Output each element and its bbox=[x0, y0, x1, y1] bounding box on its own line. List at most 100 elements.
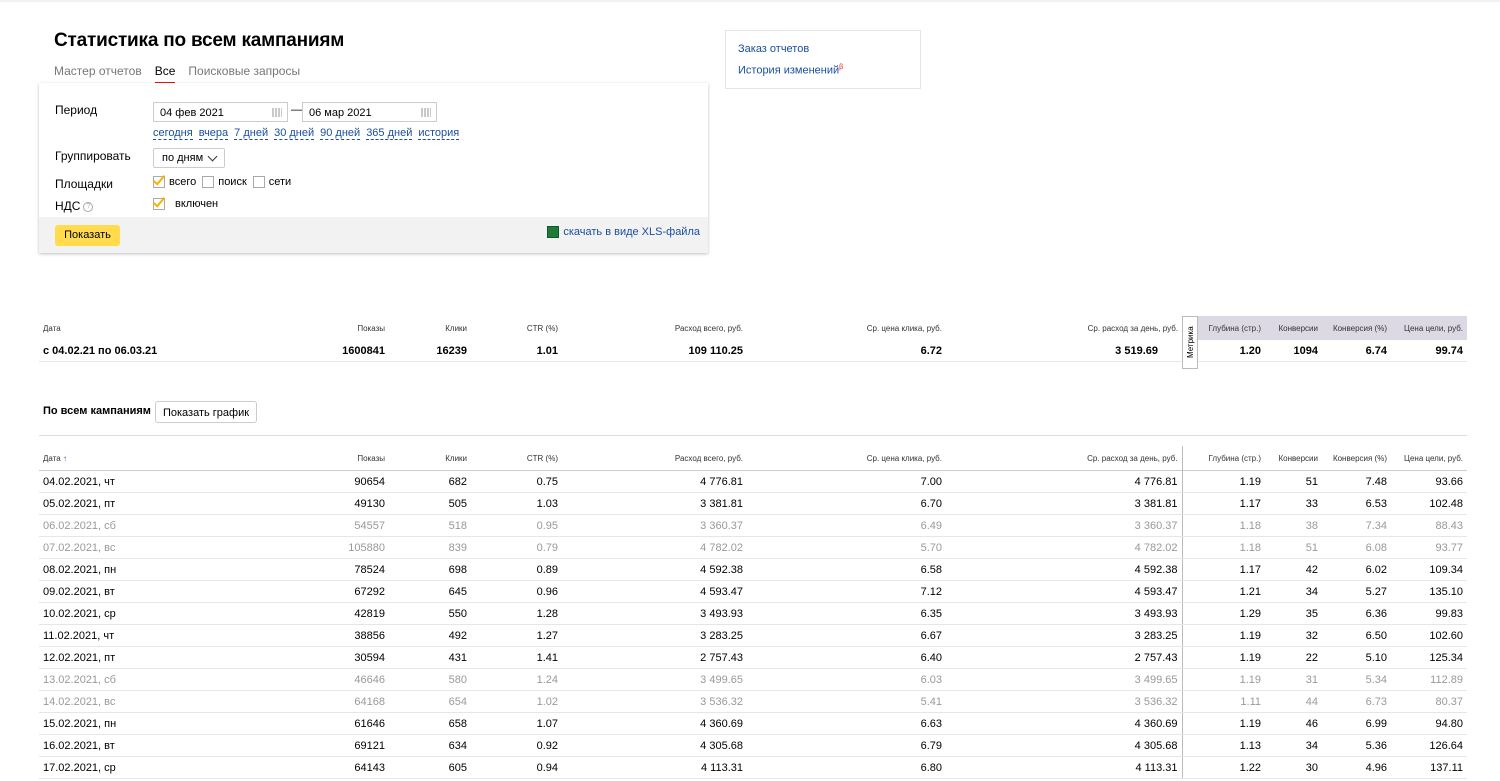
col-header-depth[interactable]: Глубина (стр.) bbox=[1181, 446, 1265, 471]
row-date: 16.02.2021, вт bbox=[39, 734, 239, 757]
col-header-date-label: Дата bbox=[43, 453, 61, 463]
col-header-ctr[interactable]: CTR (%) bbox=[471, 446, 562, 471]
col-header-daily-spend[interactable]: Ср. расход за день, руб. bbox=[946, 446, 1182, 471]
sort-asc-icon[interactable]: ↑ bbox=[63, 454, 67, 463]
download-xls-label: скачать в виде XLS-файла bbox=[563, 226, 700, 238]
row-date: 14.02.2021, вс bbox=[39, 690, 239, 713]
col-header-conversions[interactable]: Конверсии bbox=[1265, 446, 1322, 471]
table-row: 15.02.2021, пн 61646 658 1.07 4 360.69 6.63 4 … bbox=[39, 712, 1467, 735]
date-from-input[interactable]: 04 фев 2021 bbox=[153, 102, 288, 122]
help-icon[interactable]: ? bbox=[83, 201, 94, 212]
row-impressions: 64143 bbox=[239, 756, 389, 779]
row-cpc: 6.58 bbox=[747, 558, 946, 581]
checkbox-checked-icon[interactable] bbox=[153, 198, 165, 210]
table-row: 11.02.2021, чт 38856 492 1.27 3 283.25 6.67 3 … bbox=[39, 624, 1467, 647]
checkbox-icon[interactable] bbox=[252, 176, 265, 189]
order-reports-link[interactable]: Заказ отчетов bbox=[738, 43, 809, 55]
row-spend: 3 283.25 bbox=[562, 624, 747, 647]
col-header-goal-cost[interactable]: Цена цели, руб. bbox=[1391, 446, 1467, 471]
row-cpc: 5.41 bbox=[747, 690, 946, 713]
col-header-daily-spend[interactable]: Ср. расход за день, руб. bbox=[946, 316, 1182, 340]
vat-label: НДС bbox=[55, 199, 81, 213]
quick-range-30-days[interactable]: 30 дней bbox=[274, 127, 315, 140]
quick-range-7-days[interactable]: 7 дней bbox=[234, 127, 269, 140]
table-row: 09.02.2021, вт 67292 645 0.96 4 593.47 7.12 4 … bbox=[39, 580, 1467, 603]
platform-networks-option[interactable]: сети bbox=[252, 176, 291, 189]
checkbox-checked-icon[interactable] bbox=[153, 176, 165, 189]
row-depth: 1.22 bbox=[1181, 756, 1265, 779]
tab-search-queries[interactable]: Поисковые запросы bbox=[188, 64, 300, 83]
calendar-icon[interactable] bbox=[421, 108, 431, 117]
col-header-clicks[interactable]: Клики bbox=[389, 316, 471, 340]
col-header-impressions[interactable]: Показы bbox=[239, 446, 389, 471]
row-depth: 1.17 bbox=[1181, 558, 1265, 581]
show-button[interactable]: Показать bbox=[55, 225, 120, 246]
row-cpc: 7.00 bbox=[747, 470, 946, 493]
row-depth: 1.21 bbox=[1181, 580, 1265, 603]
quick-range-today[interactable]: сегодня bbox=[153, 127, 193, 140]
tab-all[interactable]: Все bbox=[154, 64, 176, 83]
col-header-goal-cost[interactable]: Цена цели, руб. bbox=[1391, 316, 1467, 340]
download-xls-link[interactable]: скачать в виде XLS-файла bbox=[547, 226, 700, 238]
platform-search-label: поиск bbox=[218, 176, 247, 188]
row-clicks: 839 bbox=[389, 536, 471, 559]
row-goal-cost: 102.48 bbox=[1391, 492, 1467, 515]
col-header-spend[interactable]: Расход всего, руб. bbox=[562, 446, 747, 471]
col-header-cpc[interactable]: Ср. цена клика, руб. bbox=[747, 446, 946, 471]
row-spend: 3 536.32 bbox=[562, 690, 747, 713]
row-conversion-rate: 6.08 bbox=[1322, 536, 1391, 559]
col-header-impressions[interactable]: Показы bbox=[239, 316, 389, 340]
col-header-date[interactable]: Дата ↑ bbox=[39, 446, 239, 471]
quick-range-yesterday[interactable]: вчера bbox=[198, 127, 229, 140]
row-ctr: 0.79 bbox=[471, 536, 562, 559]
col-header-date[interactable]: Дата bbox=[39, 316, 239, 340]
date-to-input[interactable]: 06 мар 2021 bbox=[302, 102, 437, 122]
section-divider bbox=[39, 435, 1467, 436]
row-clicks: 580 bbox=[389, 668, 471, 691]
row-impressions: 90654 bbox=[239, 470, 389, 493]
row-clicks: 550 bbox=[389, 602, 471, 625]
page-title: Статистика по всем кампаниям bbox=[54, 30, 345, 51]
metrika-label: Метрика bbox=[1186, 326, 1195, 359]
group-select[interactable]: по дням bbox=[153, 148, 226, 168]
row-spend: 4 113.31 bbox=[562, 756, 747, 779]
tab-report-master[interactable]: Мастер отчетов bbox=[54, 64, 142, 83]
calendar-icon[interactable] bbox=[272, 108, 282, 117]
checkbox-icon[interactable] bbox=[202, 176, 215, 189]
quick-range-history[interactable]: история bbox=[418, 127, 460, 140]
metrika-tab[interactable]: Метрика bbox=[1182, 316, 1198, 369]
row-cpc: 6.79 bbox=[747, 734, 946, 757]
platform-search-option[interactable]: поиск bbox=[202, 176, 247, 189]
row-conversions: 31 bbox=[1265, 668, 1322, 691]
col-header-clicks[interactable]: Клики bbox=[389, 446, 471, 471]
col-header-conversion-rate[interactable]: Конверсия (%) bbox=[1322, 446, 1391, 471]
quick-range-links: сегодня вчера 7 дней 30 дней 90 дней 365… bbox=[153, 127, 460, 140]
campaigns-section-title: По всем кампаниям bbox=[43, 405, 151, 417]
change-history-link[interactable]: История измененийβ bbox=[738, 64, 843, 77]
quick-range-365-days[interactable]: 365 дней bbox=[366, 127, 413, 140]
row-depth: 1.19 bbox=[1181, 668, 1265, 691]
row-ctr: 0.75 bbox=[471, 470, 562, 493]
platform-all-option[interactable]: всего bbox=[153, 176, 196, 189]
vat-option[interactable]: включен bbox=[153, 198, 218, 210]
show-graph-button[interactable]: Показать график bbox=[155, 401, 257, 423]
table-row: 13.02.2021, сб 46646 580 1.24 3 499.65 6.03 3 … bbox=[39, 668, 1467, 691]
col-header-conversion-rate[interactable]: Конверсия (%) bbox=[1322, 316, 1391, 340]
col-header-conversions[interactable]: Конверсии bbox=[1265, 316, 1322, 340]
row-conversions: 44 bbox=[1265, 690, 1322, 713]
quick-range-90-days[interactable]: 90 дней bbox=[320, 127, 361, 140]
row-spend: 4 305.68 bbox=[562, 734, 747, 757]
row-cpc: 7.12 bbox=[747, 580, 946, 603]
col-header-cpc[interactable]: Ср. цена клика, руб. bbox=[747, 316, 946, 340]
row-impressions: 46646 bbox=[239, 668, 389, 691]
side-links-box: Заказ отчетов История измененийβ bbox=[725, 30, 921, 89]
table-row: 06.02.2021, сб 54557 518 0.95 3 360.37 6.49 3 … bbox=[39, 514, 1467, 537]
change-history-label: История изменений bbox=[738, 64, 840, 77]
row-goal-cost: 125.34 bbox=[1391, 646, 1467, 669]
col-header-spend[interactable]: Расход всего, руб. bbox=[562, 316, 747, 340]
col-header-ctr[interactable]: CTR (%) bbox=[471, 316, 562, 340]
row-conversions: 22 bbox=[1265, 646, 1322, 669]
row-goal-cost: 102.60 bbox=[1391, 624, 1467, 647]
row-spend: 4 782.02 bbox=[562, 536, 747, 559]
row-goal-cost: 126.64 bbox=[1391, 734, 1467, 757]
